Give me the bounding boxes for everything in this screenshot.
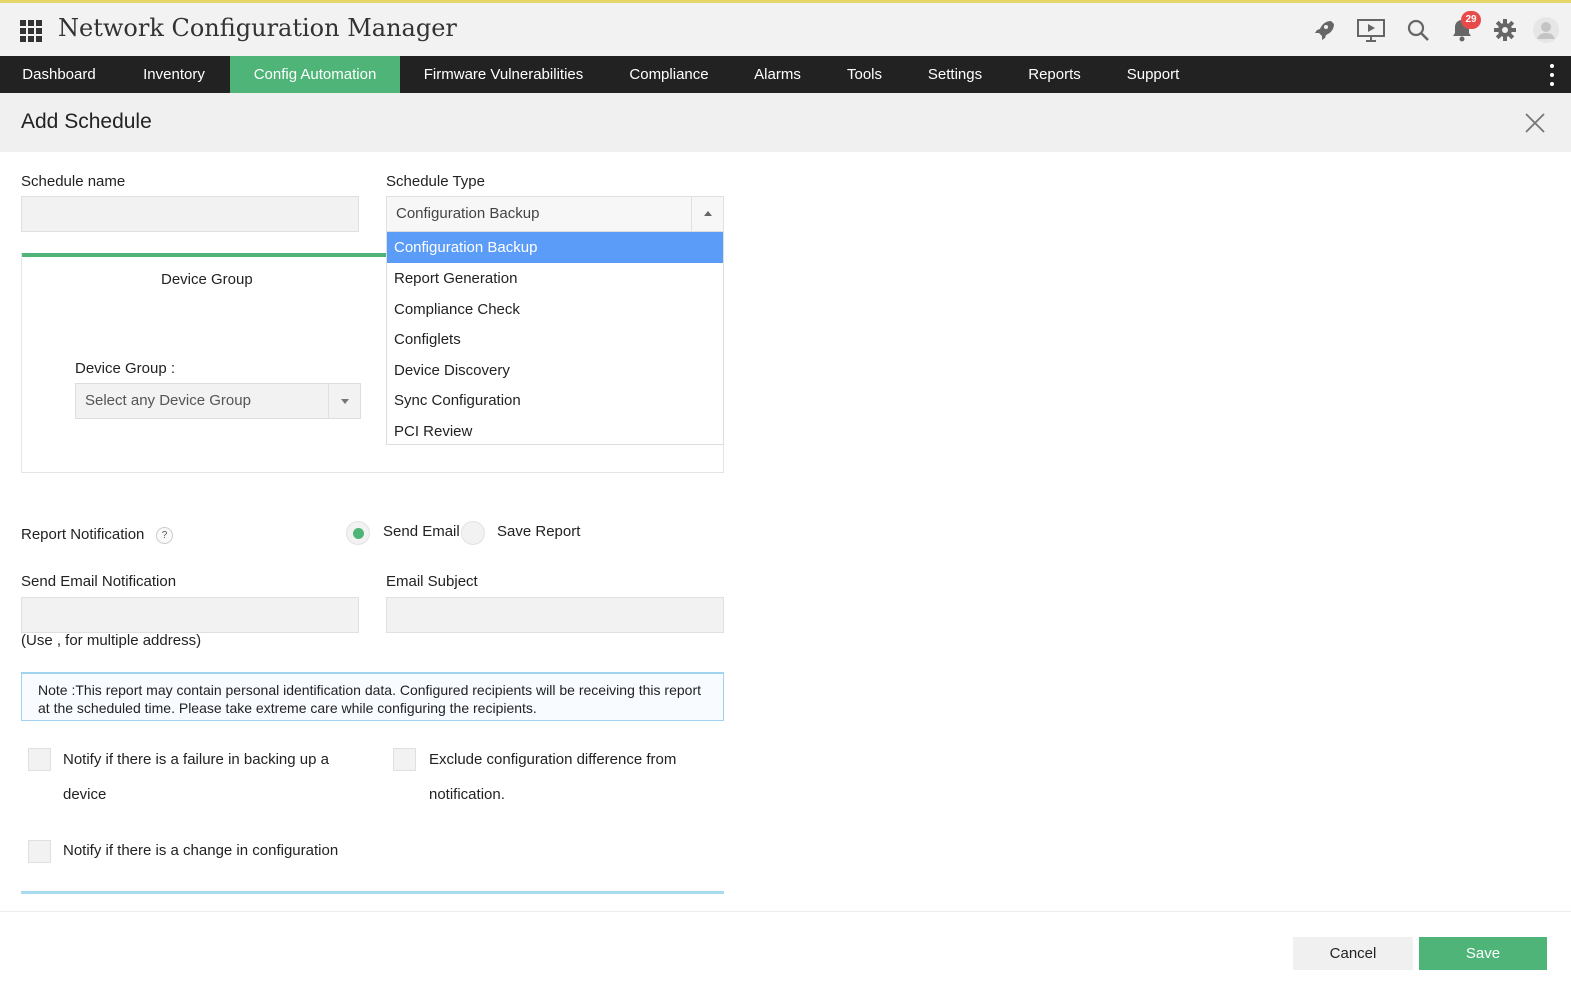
nav-alarms[interactable]: Alarms [731,56,824,93]
report-notification-label: Report Notification [21,526,145,543]
schedule-type-label: Schedule Type [386,173,485,190]
exclude-diff-label-line1: Exclude configuration difference from [429,751,677,768]
exclude-diff-label-line2: notification. [429,786,505,803]
email-subject-label: Email Subject [386,573,478,590]
nav-compliance[interactable]: Compliance [607,56,731,93]
device-group-select[interactable]: Select any Device Group [75,383,361,419]
nav-support[interactable]: Support [1104,56,1202,93]
main-nav: Dashboard Inventory Config Automation Fi… [0,56,1571,93]
email-subject-input[interactable] [386,597,724,633]
page-header [0,93,1571,152]
chevron-up-icon [704,211,712,216]
help-icon[interactable]: ? [156,527,173,544]
cancel-button[interactable]: Cancel [1293,937,1413,970]
footer-separator [0,911,1571,912]
close-icon[interactable] [1524,112,1546,134]
dropdown-option[interactable]: Sync Configuration [387,385,723,416]
device-group-label: Device Group : [75,360,176,377]
save-report-radio[interactable] [461,521,485,545]
notify-failure-label-line2: device [63,786,107,803]
nav-inventory[interactable]: Inventory [118,56,230,93]
section-divider [21,891,724,894]
save-button[interactable]: Save [1419,937,1547,970]
send-email-input[interactable] [21,597,359,633]
user-avatar-icon[interactable] [1533,17,1559,43]
notify-failure-label-line1: Notify if there is a failure in backing … [63,751,329,768]
app-title: Network Configuration Manager [58,14,457,42]
search-icon[interactable] [1405,17,1431,43]
presentation-icon[interactable] [1356,17,1386,43]
notify-change-label: Notify if there is a change in configura… [63,842,339,859]
nav-dashboard[interactable]: Dashboard [0,56,118,93]
nav-settings[interactable]: Settings [905,56,1005,93]
nav-config-automation[interactable]: Config Automation [230,56,400,93]
schedule-name-label: Schedule name [21,173,126,190]
nav-tools[interactable]: Tools [824,56,905,93]
top-bar: Network Configuration Manager 29 [0,0,1571,56]
device-group-tab[interactable]: Device Group [161,271,253,288]
dropdown-option[interactable]: Configuration Backup [387,232,723,263]
privacy-note: Note :This report may contain personal i… [21,672,724,721]
nav-firmware-vulnerabilities[interactable]: Firmware Vulnerabilities [400,56,607,93]
kebab-menu-icon[interactable] [1548,64,1556,86]
dropdown-option[interactable]: Device Discovery [387,355,723,386]
notification-badge: 29 [1461,11,1481,29]
dropdown-option[interactable]: PCI Review [387,416,723,447]
notify-failure-checkbox[interactable] [28,748,51,771]
send-email-radio-label[interactable]: Send Email [383,523,460,540]
rocket-icon[interactable] [1310,17,1336,43]
nav-reports[interactable]: Reports [1005,56,1104,93]
apps-grid-icon[interactable] [20,20,42,42]
select-arrow[interactable] [691,197,723,231]
save-report-radio-label[interactable]: Save Report [497,523,580,540]
gear-icon[interactable] [1492,17,1518,43]
chevron-down-icon [341,399,349,404]
email-hint: (Use , for multiple address) [21,632,202,649]
schedule-type-select[interactable]: Configuration Backup [386,196,724,232]
exclude-diff-checkbox[interactable] [393,748,416,771]
dropdown-option[interactable]: Configlets [387,324,723,355]
device-group-placeholder: Select any Device Group [85,392,251,409]
send-email-label: Send Email Notification [21,573,177,590]
page-title: Add Schedule [21,110,152,133]
schedule-name-input[interactable] [21,196,359,232]
send-email-radio[interactable] [346,521,370,545]
schedule-type-dropdown: Configuration Backup Report Generation C… [386,231,724,445]
schedule-type-value: Configuration Backup [396,205,540,222]
dropdown-option[interactable]: Report Generation [387,263,723,294]
dropdown-option[interactable]: Compliance Check [387,294,723,325]
notify-change-checkbox[interactable] [28,840,51,863]
select-arrow[interactable] [328,384,360,418]
